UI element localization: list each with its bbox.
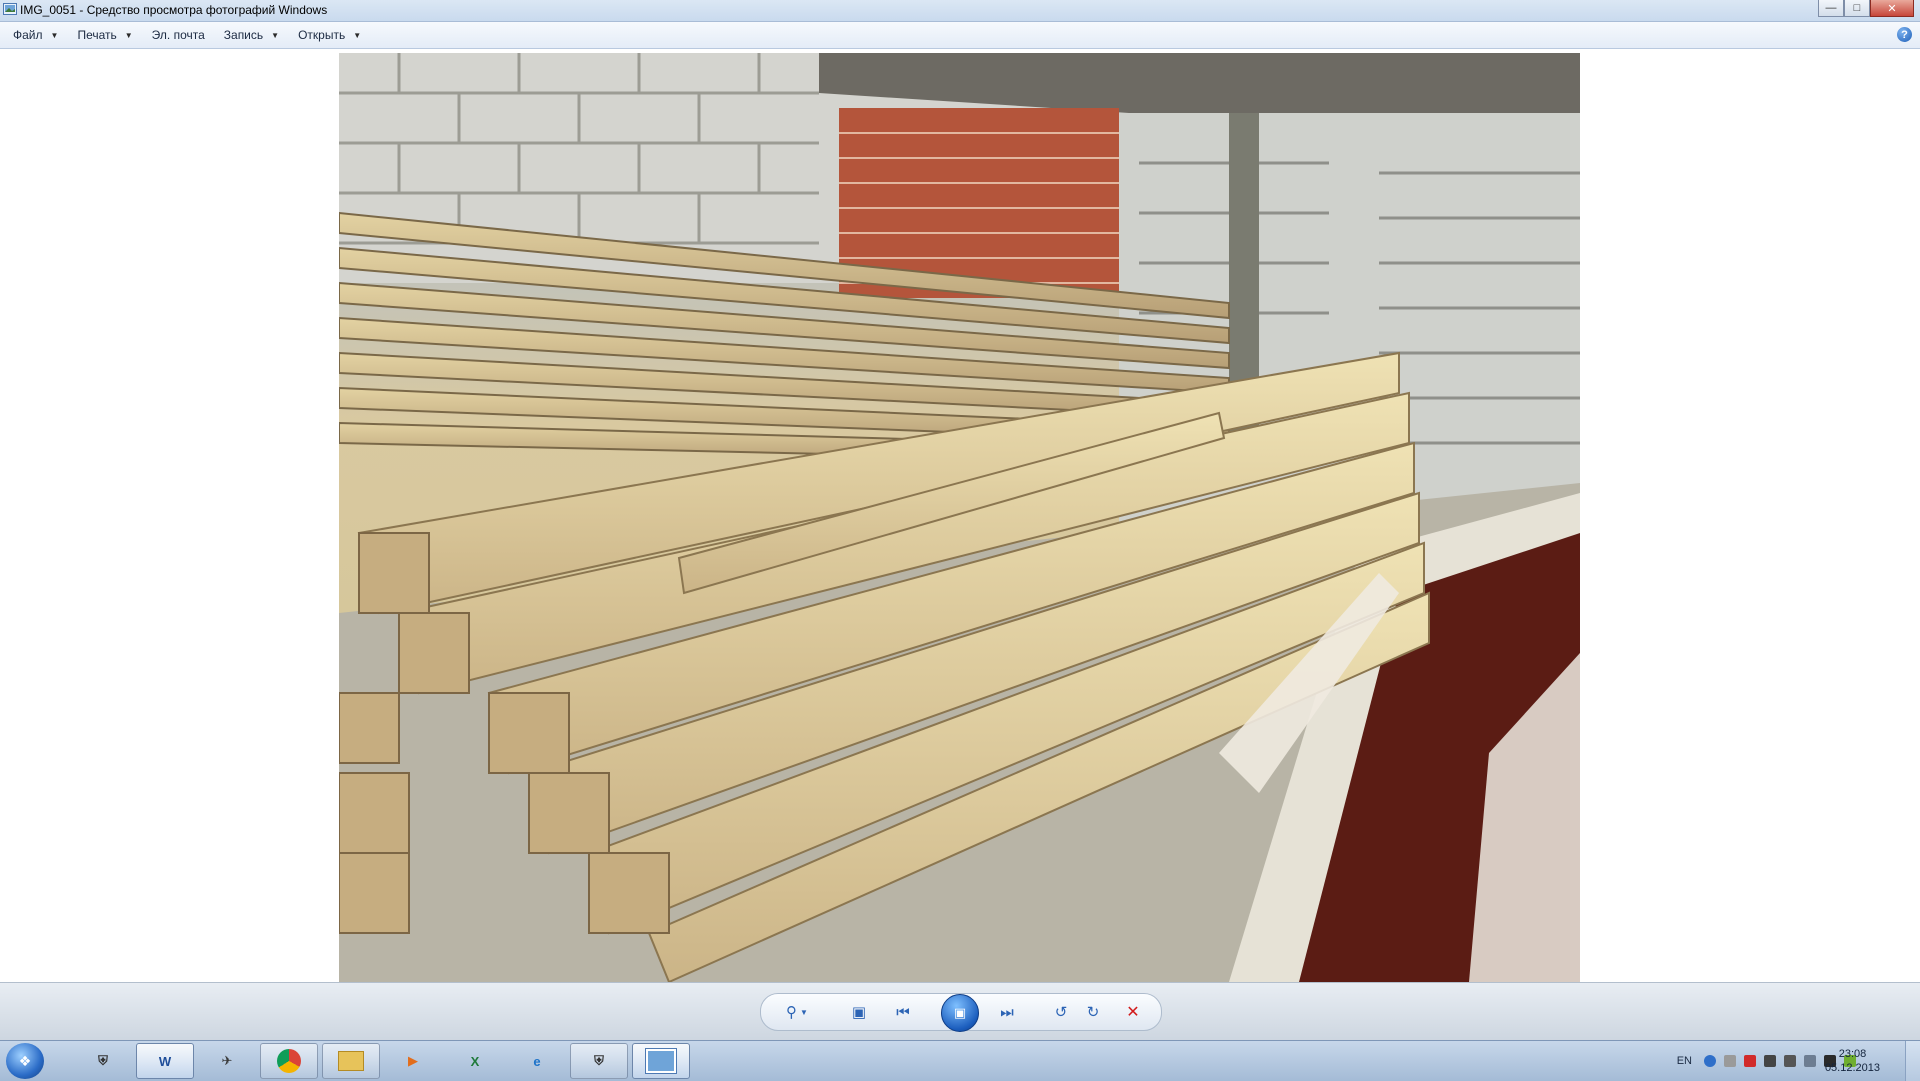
clock[interactable]: 23:08 05.12.2013 [1825, 1047, 1880, 1075]
monitor-icon[interactable] [1804, 1055, 1816, 1067]
flag-icon[interactable] [1764, 1055, 1776, 1067]
taskbar-world-of-tanks-2[interactable]: ⛨ [570, 1043, 628, 1079]
taskbar-world-of-warplanes[interactable]: ✈ [198, 1043, 256, 1079]
chevron-down-icon: ▼ [271, 30, 280, 40]
taskbar-photo-viewer[interactable] [632, 1043, 690, 1079]
taskbar-internet-explorer[interactable]: e [508, 1043, 566, 1079]
delete-button[interactable]: ✕ [1123, 1003, 1143, 1021]
photo-viewer-icon [3, 3, 17, 15]
zoom-button[interactable]: ⚲ ▼ [786, 1003, 808, 1021]
taskbar-word[interactable]: W [136, 1043, 194, 1079]
menu-print-label: Печать [77, 28, 117, 42]
chevron-down-icon: ▼ [50, 30, 59, 40]
help-tray-icon[interactable] [1704, 1055, 1716, 1067]
menu-file[interactable]: Файл ▼ [13, 28, 58, 42]
internet-explorer-icon: e [533, 1053, 541, 1069]
maximize-button[interactable]: □ [1844, 0, 1870, 17]
taskbar: ❖ ⛨ W ✈ ▶ X e ⛨ EN 23:08 05.12.2013 [0, 1040, 1920, 1081]
rotate-cw-icon: ↻ [1086, 1004, 1100, 1021]
windows-logo-icon: ❖ [18, 1052, 32, 1069]
taskbar-world-of-tanks[interactable]: ⛨ [74, 1043, 132, 1079]
menu-email-label: Эл. почта [151, 28, 205, 42]
rotate-ccw-icon: ↺ [1054, 1004, 1068, 1021]
menu-open-label: Открыть [298, 28, 346, 42]
excel-icon: X [470, 1053, 480, 1069]
photo[interactable] [339, 53, 1580, 982]
clock-date: 05.12.2013 [1824, 1062, 1880, 1074]
photo-viewer-icon [646, 1049, 676, 1073]
close-icon: ✕ [1887, 2, 1897, 15]
control-bar: ​ ⚲ ▼ ▣ ⏮ ▣ ⏭ ↺ ↻ ✕ [0, 982, 1920, 1041]
menu-file-label: Файл [13, 28, 43, 42]
title-bar[interactable]: IMG_0051 - Средство просмотра фотографий… [0, 0, 1920, 22]
word-icon: W [158, 1053, 172, 1069]
tank-shield-icon: ⛨ [98, 1053, 108, 1068]
network-error-icon[interactable] [1744, 1055, 1756, 1067]
media-player-icon: ▶ [408, 1053, 418, 1068]
slideshow-button[interactable]: ▣ [941, 994, 979, 1032]
tank-shield-icon: ⛨ [594, 1053, 604, 1068]
folder-icon [338, 1051, 364, 1071]
taskbar-excel[interactable]: X [446, 1043, 504, 1079]
taskbar-chrome[interactable] [260, 1043, 318, 1079]
window-controls: — □ ✕ [1818, 0, 1914, 18]
chevron-down-icon: ▼ [124, 30, 133, 40]
menu-open[interactable]: Открыть ▼ [298, 28, 361, 42]
window-title: IMG_0051 - Средство просмотра фотографий… [20, 3, 328, 17]
rotate-clockwise-button[interactable]: ↻ [1083, 1003, 1103, 1021]
chrome-icon [277, 1049, 301, 1073]
next-button[interactable]: ⏭ [997, 1003, 1017, 1021]
language-indicator[interactable]: EN [1677, 1055, 1692, 1067]
warplanes-icon: ✈ [221, 1053, 233, 1068]
minimize-icon: — [1825, 2, 1837, 14]
menu-print[interactable]: Печать ▼ [77, 28, 132, 42]
chevron-down-icon: ▼ [800, 1007, 808, 1017]
zoom-icon: ⚲ [786, 1004, 798, 1021]
menu-burn[interactable]: Запись ▼ [224, 28, 279, 42]
previous-button[interactable]: ⏮ [893, 1003, 913, 1021]
menu-burn-label: Запись [223, 28, 264, 42]
actual-size-icon: ▣ [851, 1004, 867, 1021]
speaker-icon[interactable] [1784, 1055, 1796, 1067]
next-icon: ⏭ [1000, 1003, 1014, 1021]
previous-icon: ⏮ [896, 1003, 910, 1021]
chevron-down-icon: ▼ [353, 30, 362, 40]
menu: Файл ▼ Печать ▼ Эл. почта Запись ▼ Откры… [0, 22, 380, 48]
start-button[interactable]: ❖ [6, 1043, 44, 1079]
actual-size-button[interactable]: ▣ [849, 1003, 869, 1021]
chevron-up-icon[interactable] [1724, 1055, 1736, 1067]
delete-icon: ✕ [1126, 1004, 1140, 1021]
restore-icon: □ [1853, 2, 1861, 14]
lumber-photo [339, 53, 1580, 982]
taskbar-media-player[interactable]: ▶ [384, 1043, 442, 1079]
help-icon[interactable]: ? [1897, 27, 1912, 42]
close-button[interactable]: ✕ [1870, 0, 1914, 17]
taskbar-explorer[interactable] [322, 1043, 380, 1079]
menu-bar: Файл ▼ Печать ▼ Эл. почта Запись ▼ Откры… [0, 22, 1920, 49]
desktop-labels: ​ [0, 983, 260, 1041]
show-desktop-button[interactable] [1905, 1041, 1920, 1081]
viewer-controls: ⚲ ▼ ▣ ⏮ ▣ ⏭ ↺ ↻ ✕ [760, 993, 1162, 1032]
clock-time: 23:08 [1838, 1048, 1867, 1060]
rotate-counterclockwise-button[interactable]: ↺ [1051, 1003, 1071, 1021]
slideshow-icon: ▣ [953, 1005, 967, 1020]
minimize-button[interactable]: — [1818, 0, 1844, 17]
viewer-area [0, 49, 1920, 982]
menu-email[interactable]: Эл. почта [152, 28, 205, 42]
